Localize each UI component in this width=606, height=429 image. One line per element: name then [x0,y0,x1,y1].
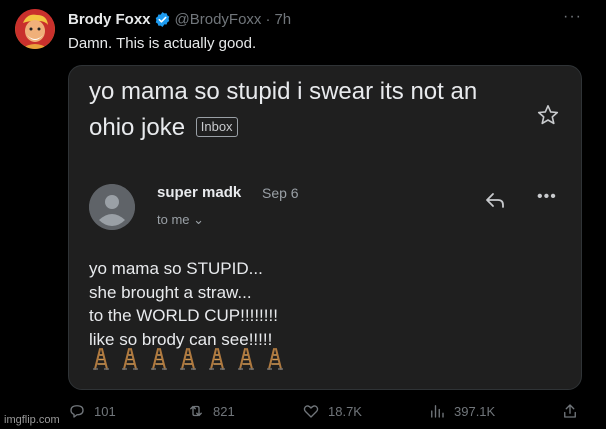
ladder-emoji-icon [209,348,225,370]
ladder-emoji-row [91,348,285,370]
ladder-emoji-icon [122,348,138,370]
comment-icon [70,405,84,418]
separator-dot: · [265,11,271,28]
tweet-timestamp[interactable]: 7h [274,11,291,28]
reply-count: 101 [94,403,116,419]
heart-icon [303,405,319,418]
ladder-emoji-icon [267,348,283,370]
email-subject-text: yo mama so stupid i swear its not an ohi… [89,78,478,141]
star-icon [537,105,559,125]
view-count: 397.1K [454,403,496,419]
tweet-actions: 101 821 18.7K 397.1K [0,400,606,424]
email-date: Sep 6 [262,185,299,201]
like-count: 18.7K [328,403,362,419]
views-action[interactable]: 397.1K [428,402,495,420]
tweet-text: Damn. This is actually good. [68,35,257,52]
repost-action[interactable]: 821 [187,402,235,420]
email-body-line: to the WORLD CUP!!!!!!!! [89,306,278,325]
tweet: Brody Foxx @BrodyFoxx · 7h ··· Damn. Thi… [0,0,606,429]
author-handle[interactable]: @BrodyFoxx [175,11,262,28]
reply-icon [486,193,504,208]
email-subject: yo mama so stupid i swear its not an ohi… [89,74,529,146]
email-more-icon: ••• [537,188,557,205]
repost-icon [190,405,202,417]
ladder-emoji-icon [151,348,167,370]
author-avatar[interactable] [15,9,55,49]
recipient-line: to me ⌄ [157,212,204,228]
ladder-emoji-icon [93,348,109,370]
share-action[interactable] [561,402,587,420]
analytics-icon [431,405,444,418]
more-options-icon[interactable]: ··· [563,8,582,26]
email-body: yo mama so STUPID... she brought a straw… [89,257,278,351]
tweet-header: Brody Foxx @BrodyFoxx · 7h [68,11,291,28]
email-body-line: yo mama so STUPID... [89,259,263,278]
inbox-label: Inbox [195,117,238,137]
email-body-line: she brought a straw... [89,282,252,302]
recipient-text: to me [157,212,190,227]
repost-count: 821 [213,403,235,419]
sender-avatar [89,184,135,230]
watermark: imgflip.com [4,414,60,426]
ladder-emoji-icon [238,348,254,370]
attached-image[interactable]: yo mama so stupid i swear its not an ohi… [68,65,582,390]
reply-action[interactable]: 101 [68,402,116,420]
share-icon [564,404,576,418]
ladder-emoji-icon [180,348,196,370]
author-name[interactable]: Brody Foxx [68,11,151,28]
verified-badge-icon [155,12,169,27]
chevron-down-icon: ⌄ [193,212,205,227]
like-action[interactable]: 18.7K [302,402,362,420]
sender-name: super madk [157,184,242,201]
